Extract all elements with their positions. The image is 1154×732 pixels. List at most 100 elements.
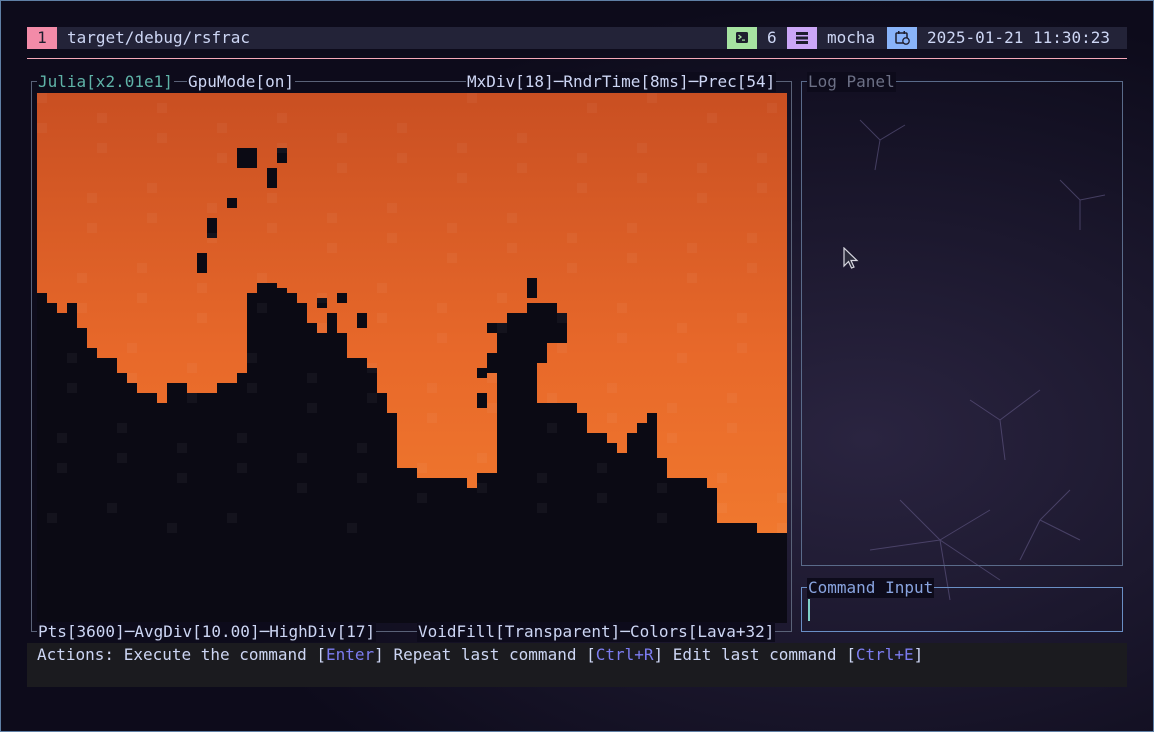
action-repeat-label: Repeat last command bbox=[393, 645, 587, 664]
pixel-shade bbox=[307, 373, 317, 383]
pixel-shade bbox=[237, 433, 247, 443]
zoom-level: [x2.01e1] bbox=[86, 72, 173, 91]
key-enter[interactable]: Enter bbox=[326, 645, 374, 664]
pixel-shade bbox=[757, 153, 767, 163]
pixel-shade bbox=[417, 493, 427, 503]
workspace-indicator[interactable]: 1 bbox=[27, 27, 57, 49]
pixel-shade bbox=[137, 293, 147, 303]
pixel-shade bbox=[317, 323, 327, 333]
key-ctrl-r[interactable]: Ctrl+R bbox=[596, 645, 654, 664]
pixel-shade bbox=[207, 203, 217, 213]
pixel-shade bbox=[537, 473, 547, 483]
pixel-shade bbox=[317, 293, 327, 303]
pixel-shade bbox=[727, 423, 737, 433]
action-execute-label: Execute the command bbox=[123, 645, 317, 664]
pixel-shade bbox=[257, 273, 267, 283]
pixel-shade bbox=[777, 523, 787, 533]
pixel-shade bbox=[157, 133, 167, 143]
pixel-shade bbox=[367, 363, 377, 373]
pixel-shade bbox=[647, 93, 657, 103]
pixel-shade bbox=[327, 243, 337, 253]
pixel-shade bbox=[677, 323, 687, 333]
pixel-shade bbox=[147, 213, 157, 223]
key-ctrl-e[interactable]: Ctrl+E bbox=[856, 645, 914, 664]
pixel-shade bbox=[637, 173, 647, 183]
pixel-shade bbox=[517, 163, 527, 173]
bottom-stats-left: Pts[3600]─AvgDiv[10.00]─HighDiv[17] bbox=[37, 622, 377, 642]
pixel-shade bbox=[267, 223, 277, 233]
pixel-shade bbox=[117, 453, 127, 463]
pixel-shade bbox=[467, 93, 477, 103]
pixel-shade bbox=[367, 393, 377, 403]
pixel-shade bbox=[607, 383, 617, 393]
pixel-shade bbox=[757, 183, 767, 193]
pixel-shade bbox=[487, 373, 497, 383]
clock: 2025-01-21 11:30:23 bbox=[927, 28, 1111, 47]
mouse-cursor-icon bbox=[843, 247, 859, 269]
pixel-shade bbox=[607, 413, 617, 423]
pixel-shade bbox=[727, 393, 737, 403]
pixel-shade bbox=[667, 403, 677, 413]
pixel-shade bbox=[437, 303, 447, 313]
pixel-shade bbox=[427, 413, 437, 423]
terminal-icon bbox=[727, 27, 757, 49]
pixel-shade bbox=[137, 263, 147, 273]
log-panel[interactable] bbox=[801, 81, 1123, 566]
actions-prefix: Actions: bbox=[37, 645, 124, 664]
pixel-shade bbox=[557, 313, 567, 323]
window-title: target/debug/rsfrac bbox=[67, 28, 251, 47]
pixel-shade bbox=[457, 173, 467, 183]
pixel-shade bbox=[57, 433, 67, 443]
max-div: MxDiv[18] bbox=[467, 72, 554, 91]
pixel-shade bbox=[657, 513, 667, 523]
pixel-shade bbox=[507, 243, 517, 253]
pixel-shade bbox=[217, 153, 227, 163]
pixel-shade bbox=[67, 353, 77, 363]
pixel-shade bbox=[677, 353, 687, 363]
pixel-shade bbox=[227, 513, 237, 523]
pixel-shade bbox=[77, 303, 87, 313]
avg-div: AvgDiv[10.00] bbox=[134, 622, 260, 641]
pixel-shade bbox=[447, 223, 457, 233]
pixel-shade bbox=[377, 313, 387, 323]
pixel-shade bbox=[117, 423, 127, 433]
pixel-shade bbox=[777, 493, 787, 503]
high-div: HighDiv[17] bbox=[269, 622, 376, 641]
pixel-shade bbox=[177, 443, 187, 453]
pixel-shade bbox=[707, 113, 717, 123]
void-hole bbox=[477, 368, 487, 378]
pixel-shade bbox=[167, 523, 177, 533]
pixel-shade bbox=[577, 183, 587, 193]
pixel-shade bbox=[447, 253, 457, 263]
pixel-shade bbox=[457, 143, 467, 153]
pixel-shade bbox=[737, 343, 747, 353]
pixel-shade bbox=[697, 163, 707, 173]
action-edit-label: Edit last command bbox=[672, 645, 847, 664]
fractal-canvas[interactable] bbox=[37, 93, 787, 623]
pixel-shade bbox=[397, 153, 407, 163]
fractal-zoom-label: Julia[x2.01e1] bbox=[37, 72, 174, 92]
pixel-shade bbox=[157, 103, 167, 113]
pixel-shade bbox=[247, 383, 257, 393]
pixel-shade bbox=[187, 393, 197, 403]
pixel-shade bbox=[477, 483, 487, 493]
pixel-shade bbox=[747, 263, 757, 273]
gpu-mode-label: GpuMode[on] bbox=[187, 72, 295, 92]
pixel-shade bbox=[717, 503, 727, 513]
pixel-shade bbox=[627, 253, 637, 263]
pixel-shade bbox=[617, 333, 627, 343]
pixel-shade bbox=[347, 523, 357, 533]
pixel-shade bbox=[667, 433, 677, 443]
pixel-shade bbox=[47, 513, 57, 523]
pixel-shade bbox=[217, 123, 227, 133]
actions-line: Actions: Execute the command [Enter] Rep… bbox=[37, 645, 924, 664]
pixel-shade bbox=[107, 503, 117, 513]
void-hole bbox=[527, 278, 537, 298]
pixel-shade bbox=[547, 393, 557, 403]
pixel-shade bbox=[237, 463, 247, 473]
status-bar-divider bbox=[27, 58, 1127, 59]
pixel-shade bbox=[197, 313, 207, 323]
pixel-shade bbox=[517, 133, 527, 143]
pixel-shade bbox=[687, 273, 697, 283]
void-hole bbox=[487, 323, 497, 333]
